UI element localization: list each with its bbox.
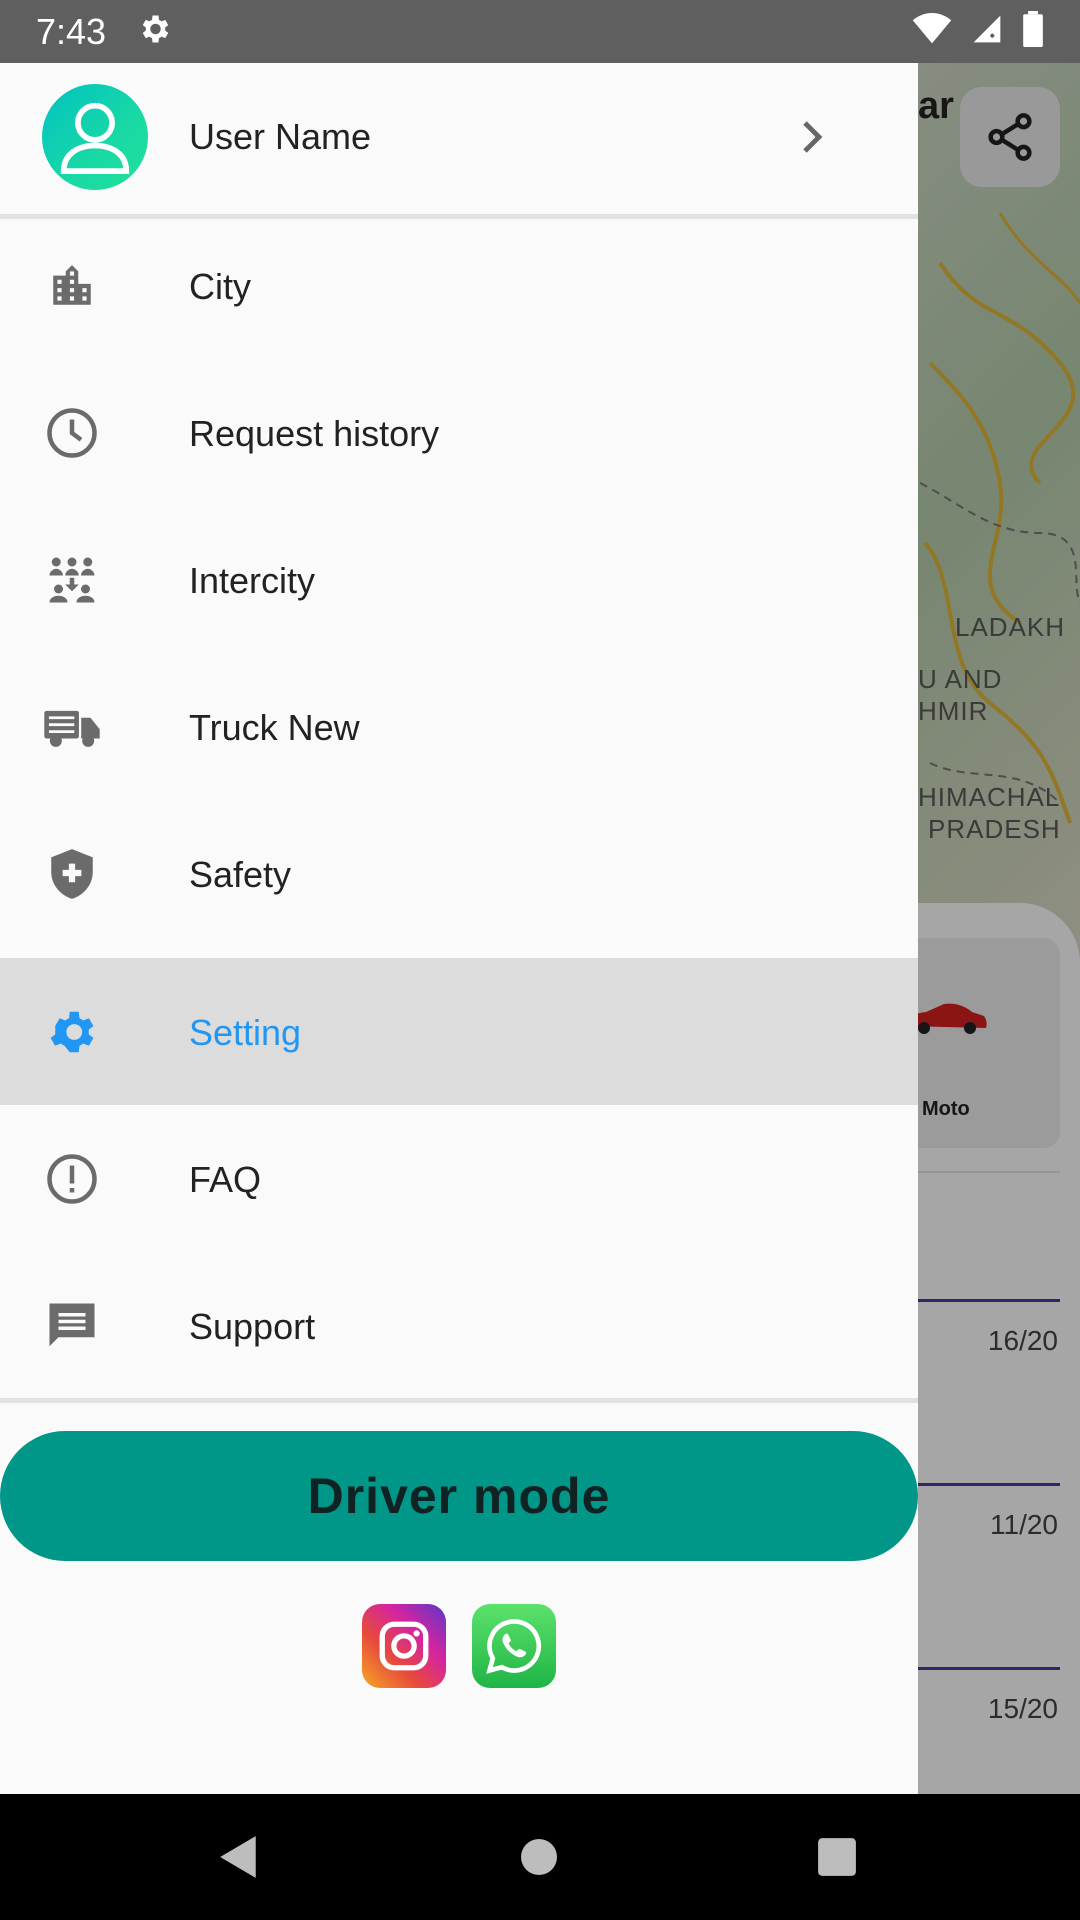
city-icon — [42, 258, 102, 314]
back-button[interactable] — [206, 1824, 272, 1890]
menu-label: FAQ — [189, 1159, 262, 1200]
whatsapp-button[interactable] — [472, 1604, 556, 1688]
shield-icon — [42, 846, 102, 902]
person-icon — [60, 102, 130, 174]
menu-item-request-history[interactable]: Request history — [0, 359, 918, 506]
menu-item-truck-new[interactable]: Truck New — [0, 653, 918, 800]
menu-item-setting[interactable]: Setting — [0, 958, 918, 1105]
menu-label: Intercity — [189, 560, 316, 601]
group-icon — [42, 552, 102, 608]
menu-label: Truck New — [189, 707, 360, 748]
menu-item-intercity[interactable]: Intercity — [0, 506, 918, 653]
truck-icon — [42, 699, 102, 755]
driver-mode-label: Driver mode — [307, 1468, 611, 1524]
chevron-right-icon — [796, 113, 830, 161]
whatsapp-icon — [486, 1619, 542, 1674]
menu-item-safety[interactable]: Safety — [0, 800, 918, 947]
home-icon — [521, 1839, 557, 1875]
instagram-icon — [379, 1621, 429, 1671]
gear-icon — [42, 1004, 102, 1060]
menu-label: Support — [189, 1306, 316, 1347]
back-icon — [220, 1836, 256, 1878]
chat-icon — [42, 1298, 102, 1354]
menu-item-support[interactable]: Support — [0, 1252, 918, 1399]
menu-label: Setting — [189, 1012, 302, 1053]
status-time: 7:43 — [36, 10, 107, 52]
avatar — [42, 84, 148, 190]
recents-button[interactable] — [804, 1824, 870, 1890]
settings-icon — [136, 11, 172, 52]
menu-item-faq[interactable]: FAQ — [0, 1105, 918, 1252]
navigation-drawer: User Name City Request history Intercity… — [0, 63, 918, 1794]
home-button[interactable] — [506, 1824, 572, 1890]
wifi-icon — [912, 13, 952, 50]
menu-label: Request history — [189, 413, 440, 454]
alert-circle-icon — [42, 1151, 102, 1207]
instagram-button[interactable] — [362, 1604, 446, 1688]
divider — [0, 1398, 918, 1403]
battery-icon — [1022, 11, 1044, 52]
menu-label: City — [189, 266, 251, 307]
clock-icon — [42, 405, 102, 461]
signal-icon — [970, 13, 1004, 50]
menu-label: Safety — [189, 854, 292, 895]
menu-item-city[interactable]: City — [0, 212, 918, 359]
recents-icon — [818, 1838, 856, 1876]
driver-mode-button[interactable]: Driver mode — [0, 1431, 918, 1561]
profile-row[interactable]: User Name — [0, 63, 918, 213]
profile-name: User Name — [189, 116, 372, 157]
system-nav-bar — [0, 1794, 1080, 1920]
status-bar: 7:43 — [0, 0, 1080, 63]
